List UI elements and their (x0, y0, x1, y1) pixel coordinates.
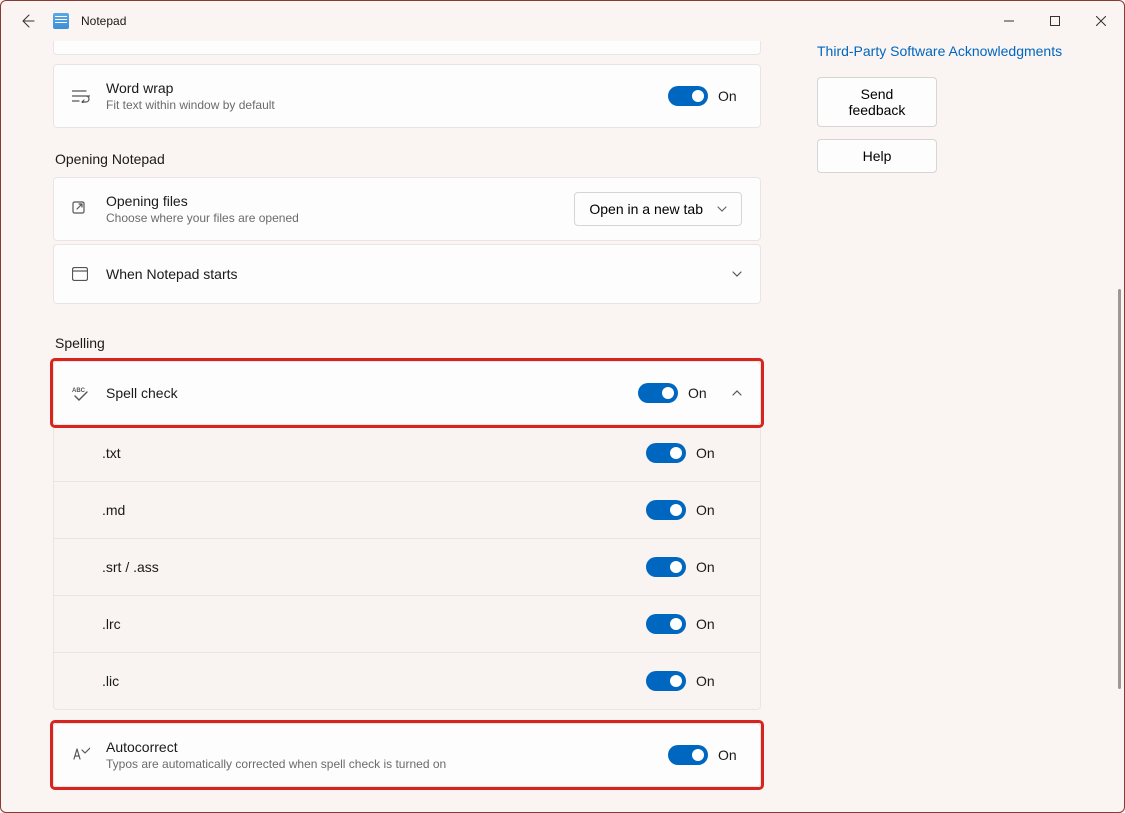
when-notepad-starts-title: When Notepad starts (106, 266, 712, 282)
autocorrect-state: On (718, 747, 742, 763)
side-column: Third-Party Software Acknowledgments Sen… (761, 41, 1062, 812)
help-button[interactable]: Help (817, 139, 937, 173)
back-button[interactable] (17, 11, 37, 31)
minimize-icon (1004, 16, 1014, 26)
ext-state: On (696, 445, 742, 461)
ext-label: .lic (102, 673, 646, 689)
opening-section-header: Opening Notepad (53, 131, 761, 177)
word-wrap-sub: Fit text within window by default (106, 98, 668, 112)
chevron-down-icon (717, 206, 727, 212)
partial-card-top (53, 41, 761, 55)
ext-state: On (696, 616, 742, 632)
ext-row-txt[interactable]: .txt On (53, 425, 761, 482)
app-title: Notepad (81, 14, 126, 28)
autocorrect-sub: Typos are automatically corrected when s… (106, 757, 668, 771)
svg-text:ABC: ABC (72, 388, 86, 394)
chevron-up-icon (732, 390, 742, 396)
spelling-section-header: Spelling (53, 307, 761, 361)
main-settings-column: Word wrap Fit text within window by defa… (53, 41, 761, 812)
back-arrow-icon (19, 13, 35, 29)
scrollbar[interactable] (1118, 89, 1122, 809)
spell-check-title: Spell check (106, 385, 638, 401)
minimize-button[interactable] (986, 5, 1032, 37)
ext-label: .lrc (102, 616, 646, 632)
ext-row-lic[interactable]: .lic On (53, 653, 761, 710)
close-button[interactable] (1078, 5, 1124, 37)
word-wrap-icon (72, 89, 90, 103)
opening-files-sub: Choose where your files are opened (106, 211, 574, 225)
when-notepad-starts-row[interactable]: When Notepad starts (53, 244, 761, 304)
word-wrap-state: On (718, 88, 742, 104)
maximize-icon (1050, 16, 1060, 26)
ext-label: .txt (102, 445, 646, 461)
close-icon (1096, 16, 1106, 26)
autocorrect-icon (72, 747, 90, 763)
ext-state: On (696, 502, 742, 518)
window-controls (986, 5, 1124, 37)
opening-files-title: Opening files (106, 193, 574, 209)
autocorrect-highlighted: Autocorrect Typos are automatically corr… (53, 723, 761, 787)
ext-toggle[interactable] (646, 557, 686, 577)
ext-label: .srt / .ass (102, 559, 646, 575)
ext-toggle[interactable] (646, 500, 686, 520)
autocorrect-row[interactable]: Autocorrect Typos are automatically corr… (53, 723, 761, 787)
word-wrap-title: Word wrap (106, 80, 668, 96)
word-wrap-row[interactable]: Word wrap Fit text within window by defa… (53, 64, 761, 128)
ext-state: On (696, 673, 742, 689)
window-icon (72, 267, 90, 281)
ext-row-lrc[interactable]: .lrc On (53, 596, 761, 653)
titlebar: Notepad (1, 1, 1124, 41)
third-party-ack-link[interactable]: Third-Party Software Acknowledgments (817, 43, 1062, 59)
spell-check-icon: ABC (72, 385, 90, 401)
open-file-icon (72, 201, 90, 217)
ext-toggle[interactable] (646, 671, 686, 691)
ext-row-srt-ass[interactable]: .srt / .ass On (53, 539, 761, 596)
send-feedback-button[interactable]: Send feedback (817, 77, 937, 127)
spell-check-extensions: .txt On .md On .srt / .ass On .lrc On .l… (53, 425, 761, 710)
opening-files-dropdown[interactable]: Open in a new tab (574, 192, 742, 226)
ext-state: On (696, 559, 742, 575)
spell-check-toggle[interactable] (638, 383, 678, 403)
ext-label: .md (102, 502, 646, 518)
opening-files-row[interactable]: Opening files Choose where your files ar… (53, 177, 761, 241)
ext-toggle[interactable] (646, 614, 686, 634)
word-wrap-toggle[interactable] (668, 86, 708, 106)
maximize-button[interactable] (1032, 5, 1078, 37)
opening-files-dropdown-label: Open in a new tab (589, 201, 703, 217)
notepad-app-icon (53, 13, 69, 29)
chevron-down-icon (732, 271, 742, 277)
autocorrect-title: Autocorrect (106, 739, 668, 755)
spell-check-highlighted: ABC Spell check On (53, 361, 761, 425)
ext-row-md[interactable]: .md On (53, 482, 761, 539)
spell-check-state: On (688, 385, 712, 401)
spell-check-row[interactable]: ABC Spell check On (53, 361, 761, 425)
ext-toggle[interactable] (646, 443, 686, 463)
autocorrect-toggle[interactable] (668, 745, 708, 765)
scrollbar-thumb[interactable] (1118, 289, 1121, 689)
